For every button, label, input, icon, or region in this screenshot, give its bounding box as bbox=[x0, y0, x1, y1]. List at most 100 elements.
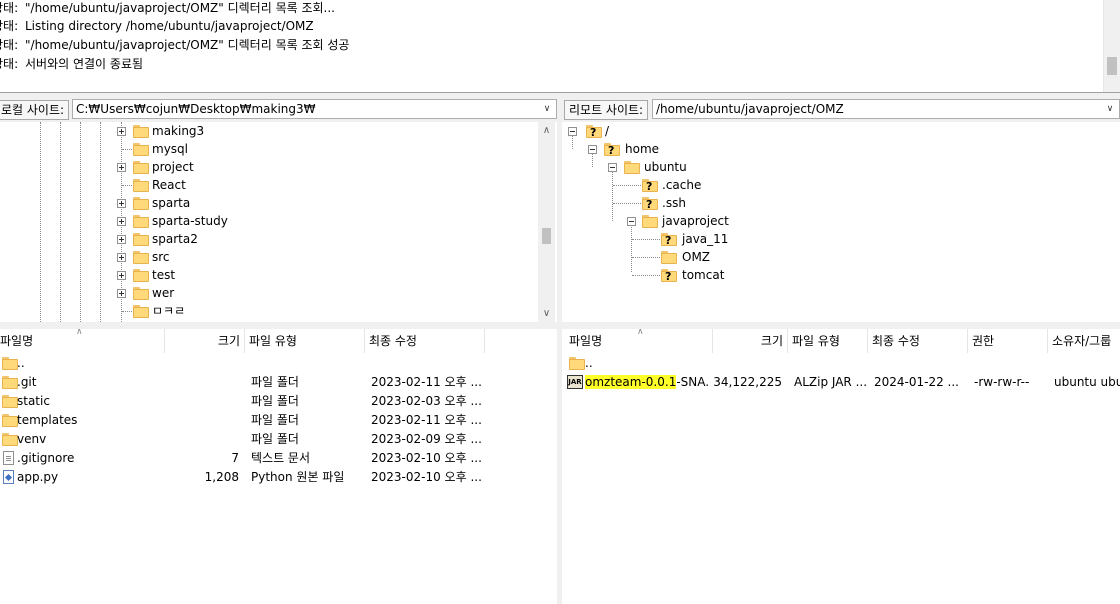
local-file-list[interactable]: 파일명 ∧ 크기 파일 유형 최종 수정 .. .git 파일 폴더 2023-0… bbox=[0, 329, 557, 604]
column-header-type[interactable]: 파일 유형 bbox=[788, 329, 868, 353]
remote-site-label: 리모트 사이트: bbox=[564, 100, 649, 120]
column-header-type[interactable]: 파일 유형 bbox=[245, 329, 365, 353]
column-header-modified[interactable]: 최종 수정 bbox=[365, 329, 485, 353]
tree-item-src[interactable]: src bbox=[0, 248, 540, 266]
column-header-name[interactable]: 파일명 ∧ bbox=[565, 329, 713, 353]
tree-item-label: javaproject bbox=[662, 214, 729, 228]
remote-directory-tree[interactable]: ? / ? home ubuntu ? .cache ? .ssh javapr… bbox=[562, 122, 1120, 322]
log-line: 상태:"/home/ubuntu/javaproject/OMZ" 디렉터리 목… bbox=[0, 38, 350, 52]
folder-icon bbox=[624, 161, 640, 174]
tree-item-label: test bbox=[152, 268, 176, 282]
tree-item-label: wer bbox=[152, 286, 175, 300]
tree-item-mysql[interactable]: mysql bbox=[0, 140, 540, 158]
tree-item-label: home bbox=[625, 142, 660, 156]
expand-icon[interactable] bbox=[117, 289, 126, 298]
tree-item-project[interactable]: project bbox=[0, 158, 540, 176]
tree-item-ubuntu[interactable]: ubuntu bbox=[562, 158, 1102, 176]
column-header-modified[interactable]: 최종 수정 bbox=[868, 329, 968, 353]
tree-item-react[interactable]: React bbox=[0, 176, 540, 194]
collapse-icon[interactable] bbox=[608, 163, 617, 172]
message-log: 상태:"/home/ubuntu/javaproject/OMZ" 디렉터리 목… bbox=[0, 0, 1120, 93]
tree-item-root[interactable]: ? / bbox=[562, 122, 1102, 140]
log-line: 상태:Listing directory /home/ubuntu/javapr… bbox=[0, 19, 314, 33]
list-item[interactable]: .. bbox=[562, 354, 1120, 373]
list-item[interactable]: .. bbox=[0, 354, 557, 373]
column-header-owner[interactable]: 소유자/그룹 bbox=[1048, 329, 1120, 353]
expand-icon[interactable] bbox=[117, 271, 126, 280]
remote-path-combo[interactable]: /home/ubuntu/javaproject/OMZ ∨ bbox=[652, 99, 1120, 119]
list-item[interactable]: JAR omzteam-0.0.1-SNA... 34,122,225 ALZi… bbox=[562, 373, 1120, 392]
expand-icon[interactable] bbox=[117, 235, 126, 244]
tree-item-sparta-study[interactable]: sparta-study bbox=[0, 212, 540, 230]
folder-icon bbox=[133, 143, 149, 156]
column-header-name[interactable]: 파일명 ∧ bbox=[0, 329, 165, 353]
tree-item-wer[interactable]: wer bbox=[0, 284, 540, 302]
expand-icon[interactable] bbox=[117, 163, 126, 172]
expand-icon[interactable] bbox=[117, 199, 126, 208]
tree-item-label: ㅁㅋㄹ bbox=[152, 304, 186, 318]
tree-item-sparta[interactable]: sparta bbox=[0, 194, 540, 212]
log-line: 상태:"/home/ubuntu/javaproject/OMZ" 디렉터리 목… bbox=[0, 1, 335, 15]
expand-icon[interactable] bbox=[117, 253, 126, 262]
local-site-label: 로컬 사이트: bbox=[0, 100, 70, 120]
list-item[interactable]: templates 파일 폴더 2023-02-11 오후 ... bbox=[0, 411, 557, 430]
local-list-header: 파일명 ∧ 크기 파일 유형 최종 수정 bbox=[0, 329, 557, 353]
unknown-folder-icon: ? bbox=[661, 269, 677, 283]
log-line: 상태:서버와의 연결이 종료됨 bbox=[0, 57, 144, 71]
column-header-size[interactable]: 크기 bbox=[713, 329, 788, 353]
list-item[interactable]: app.py 1,208 Python 원본 파일 2023-02-10 오후 … bbox=[0, 468, 557, 487]
folder-icon bbox=[2, 414, 18, 427]
folder-icon bbox=[2, 433, 18, 446]
remote-path-value: /home/ubuntu/javaproject/OMZ bbox=[656, 102, 844, 116]
column-header-size[interactable]: 크기 bbox=[165, 329, 245, 353]
tree-item-test[interactable]: test bbox=[0, 266, 540, 284]
tree-item-omz[interactable]: OMZ bbox=[562, 248, 1102, 266]
expand-icon[interactable] bbox=[117, 217, 126, 226]
local-site-bar: 로컬 사이트: C:₩Users₩cojun₩Desktop₩making3₩ … bbox=[0, 97, 557, 121]
scroll-thumb[interactable] bbox=[542, 228, 551, 244]
tree-item-tomcat[interactable]: ? tomcat bbox=[562, 266, 1102, 284]
folder-icon bbox=[133, 269, 149, 282]
folder-icon bbox=[133, 233, 149, 246]
tree-item-sparta2[interactable]: sparta2 bbox=[0, 230, 540, 248]
folder-icon bbox=[2, 376, 18, 389]
tree-item-label: / bbox=[605, 124, 610, 138]
list-item[interactable]: venv 파일 폴더 2023-02-09 오후 ... bbox=[0, 430, 557, 449]
tree-item-label: .cache bbox=[662, 178, 702, 192]
list-item[interactable]: .git 파일 폴더 2023-02-11 오후 ... bbox=[0, 373, 557, 392]
tree-item-making3[interactable]: making3 bbox=[0, 122, 540, 140]
local-path-combo[interactable]: C:₩Users₩cojun₩Desktop₩making3₩ ∨ bbox=[72, 99, 557, 119]
tree-item-javaproject[interactable]: javaproject bbox=[562, 212, 1102, 230]
scroll-down-icon[interactable]: ∨ bbox=[538, 305, 555, 322]
jar-file-icon: JAR bbox=[567, 375, 583, 389]
tree-item-java-11[interactable]: ? java_11 bbox=[562, 230, 1102, 248]
tree-item-label: sparta-study bbox=[152, 214, 228, 228]
local-directory-tree[interactable]: making3 mysql project React sparta spart… bbox=[0, 122, 557, 322]
unknown-folder-icon: ? bbox=[642, 179, 658, 193]
local-tree-scrollbar[interactable]: ∧ ∨ bbox=[538, 122, 555, 322]
tree-item-korean[interactable]: ㅁㅋㄹ bbox=[0, 302, 540, 320]
folder-icon bbox=[2, 395, 18, 408]
collapse-icon[interactable] bbox=[568, 127, 577, 136]
collapse-icon[interactable] bbox=[627, 217, 636, 226]
scroll-up-icon[interactable]: ∧ bbox=[538, 122, 555, 139]
list-item[interactable]: static 파일 폴더 2023-02-03 오후 ... bbox=[0, 392, 557, 411]
tree-item-cache[interactable]: ? .cache bbox=[562, 176, 1102, 194]
tree-item-home[interactable]: ? home bbox=[562, 140, 1102, 158]
folder-icon bbox=[133, 305, 149, 318]
tree-item-label: .ssh bbox=[662, 196, 686, 210]
tree-item-label: mysql bbox=[152, 142, 188, 156]
tree-item-ssh[interactable]: ? .ssh bbox=[562, 194, 1102, 212]
chevron-down-icon[interactable]: ∨ bbox=[540, 101, 554, 117]
folder-icon bbox=[133, 161, 149, 174]
chevron-down-icon[interactable]: ∨ bbox=[1103, 101, 1117, 117]
list-item[interactable]: .gitignore 7 텍스트 문서 2023-02-10 오후 ... bbox=[0, 449, 557, 468]
log-scroll-thumb[interactable] bbox=[1107, 57, 1117, 75]
expand-icon[interactable] bbox=[117, 127, 126, 136]
folder-icon bbox=[133, 197, 149, 210]
collapse-icon[interactable] bbox=[588, 145, 597, 154]
log-scrollbar[interactable] bbox=[1103, 0, 1120, 92]
remote-list-header: 파일명 ∧ 크기 파일 유형 최종 수정 권한 소유자/그룹 bbox=[562, 329, 1120, 353]
column-header-permissions[interactable]: 권한 bbox=[968, 329, 1048, 353]
remote-file-list[interactable]: 파일명 ∧ 크기 파일 유형 최종 수정 권한 소유자/그룹 .. JAR omz… bbox=[562, 329, 1120, 604]
